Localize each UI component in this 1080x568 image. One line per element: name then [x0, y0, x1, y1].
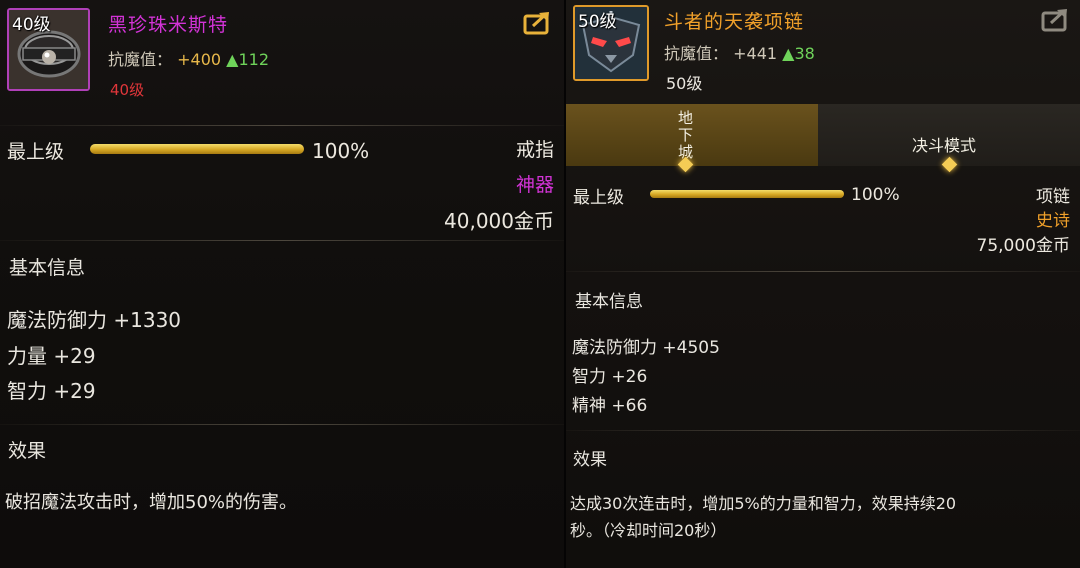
rarity-label: 史诗 [1036, 211, 1070, 231]
left-item-tooltip: 40级 黑珍珠米斯特 抗魔值： +400 ▲112 40级 最上级 100% 戒… [0, 0, 564, 568]
basic-info-title: 基本信息 [575, 292, 643, 312]
stat-line-2: 力量 +29 [7, 344, 96, 368]
slot-type: 戒指 [515, 139, 554, 161]
right-item-tooltip: 50级 斗者的天袭项链 抗魔值： +441 ▲38 50级 地下城 决斗模式 最… [566, 0, 1080, 568]
price: 75,000金币 [976, 236, 1070, 256]
resist-value: +441 [733, 44, 778, 63]
tab-label: 地下城 [678, 109, 694, 161]
icon-level-label: 40级 [12, 15, 51, 35]
effect-title: 效果 [573, 450, 607, 470]
item-name: 斗者的天袭项链 [664, 11, 805, 33]
tab-label: 决斗模式 [912, 136, 977, 155]
resist-value: +400 [177, 50, 222, 69]
basic-info-title: 基本信息 [9, 257, 86, 279]
tab-duel-mode[interactable]: 决斗模式 [818, 104, 1080, 173]
share-icon[interactable] [1040, 7, 1072, 33]
share-icon[interactable] [522, 10, 554, 36]
quality-bar-fill [90, 144, 304, 154]
resist-stat: 抗魔值： +400 ▲112 [108, 46, 269, 70]
stat-line-1: 魔法防御力 +4505 [572, 338, 720, 358]
quality-percent: 100% [312, 139, 370, 163]
effect-text-line-2: 秒。（冷却时间20秒） [570, 521, 727, 540]
stat-line-2: 智力 +26 [572, 367, 648, 387]
effect-text-line-1: 达成30次连击时，增加5%的力量和智力，效果持续20 [570, 494, 957, 513]
quality-label: 最上级 [7, 141, 65, 163]
stat-line-3: 精神 +66 [572, 396, 648, 416]
effect-title: 效果 [8, 440, 47, 462]
level-requirement: 50级 [666, 74, 703, 93]
quality-bar-fill [650, 190, 844, 198]
stat-line-1: 魔法防御力 +1330 [7, 308, 182, 332]
quality-bar [650, 190, 844, 198]
item-name: 黑珍珠米斯特 [108, 14, 229, 36]
resist-delta: ▲112 [226, 50, 269, 69]
effect-text: 破招魔法攻击时，增加50%的伤害。 [5, 492, 298, 513]
slot-type: 项链 [1036, 187, 1070, 207]
quality-bar [90, 144, 304, 154]
resist-label: 抗魔值： [108, 50, 173, 69]
tab-dungeon[interactable]: 地下城 [566, 104, 818, 173]
quality-label: 最上级 [573, 188, 624, 208]
resist-delta: ▲38 [782, 44, 815, 63]
rarity-label: 神器 [515, 174, 554, 196]
necklace-mask-icon: 50级 [573, 5, 649, 81]
stat-line-3: 智力 +29 [7, 379, 96, 403]
ring-icon: 40级 [7, 8, 90, 91]
quality-percent: 100% [851, 185, 900, 205]
resist-label: 抗魔值： [664, 44, 729, 63]
level-requirement: 40级 [110, 81, 145, 99]
resist-stat: 抗魔值： +441 ▲38 [664, 40, 815, 64]
tab-indicator-icon [941, 156, 958, 173]
price: 40,000金币 [444, 209, 554, 233]
icon-level-label: 50级 [578, 12, 617, 32]
